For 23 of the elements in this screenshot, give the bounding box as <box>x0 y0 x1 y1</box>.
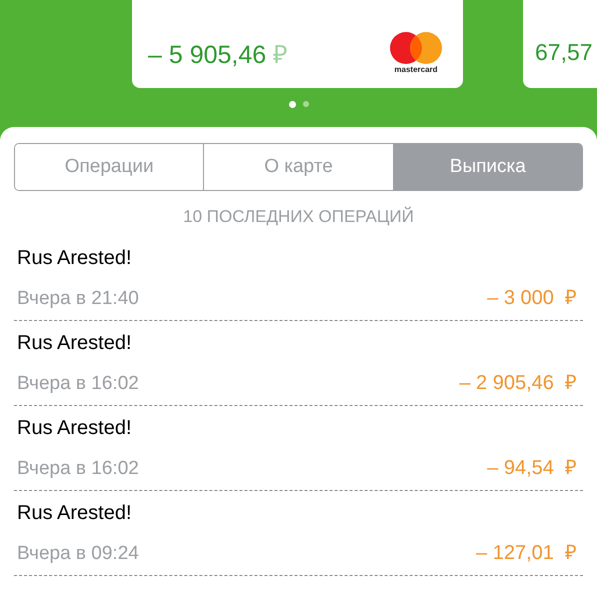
operation-amount: – 94,54 ₽ <box>487 456 577 480</box>
operation-time: Вчера в 09:24 <box>17 543 139 565</box>
operation-title: Rus Arested! <box>17 417 133 440</box>
card-balance: – 5 905,46 ₽ <box>148 40 288 71</box>
operation-amount: – 127,01 ₽ <box>476 541 577 565</box>
operation-title: Rus Arested! <box>17 332 133 355</box>
card-balance: 67,57 <box>535 39 593 66</box>
card-brand: mastercard <box>394 65 438 74</box>
section-title: 10 ПОСЛЕДНИХ ОПЕРАЦИЙ <box>182 207 415 227</box>
operation-time: Вчера в 21:40 <box>17 288 139 310</box>
tab[interactable]: Операции <box>15 144 204 190</box>
page-dot[interactable] <box>302 101 308 107</box>
page-dot[interactable] <box>288 101 296 108</box>
tab[interactable]: Выписка <box>394 144 582 190</box>
bank-card[interactable]: 67,57 <box>523 0 597 88</box>
bank-card[interactable]: – 5 905,46 ₽ mastercard <box>132 0 463 88</box>
operation-time: Вчера в 16:02 <box>17 458 139 480</box>
operation-amount: – 2 905,46 ₽ <box>459 371 577 395</box>
operation-title: Rus Arested! <box>17 502 133 525</box>
operation-amount: – 3 000 ₽ <box>487 286 577 310</box>
operation-title: Rus Arested! <box>17 247 133 270</box>
circles-logo-icon <box>389 31 443 65</box>
operation-time: Вчера в 16:02 <box>17 373 139 395</box>
